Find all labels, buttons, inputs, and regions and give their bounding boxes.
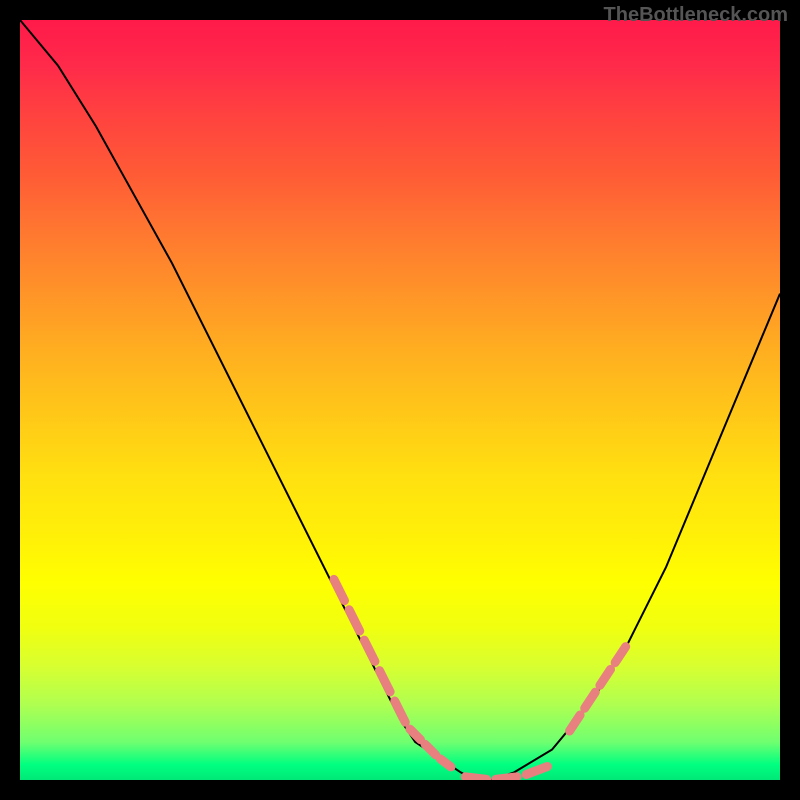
watermark-text: TheBottleneck.com [604,4,788,27]
chart-plot-area [20,20,780,780]
chart-background-gradient [20,20,780,780]
